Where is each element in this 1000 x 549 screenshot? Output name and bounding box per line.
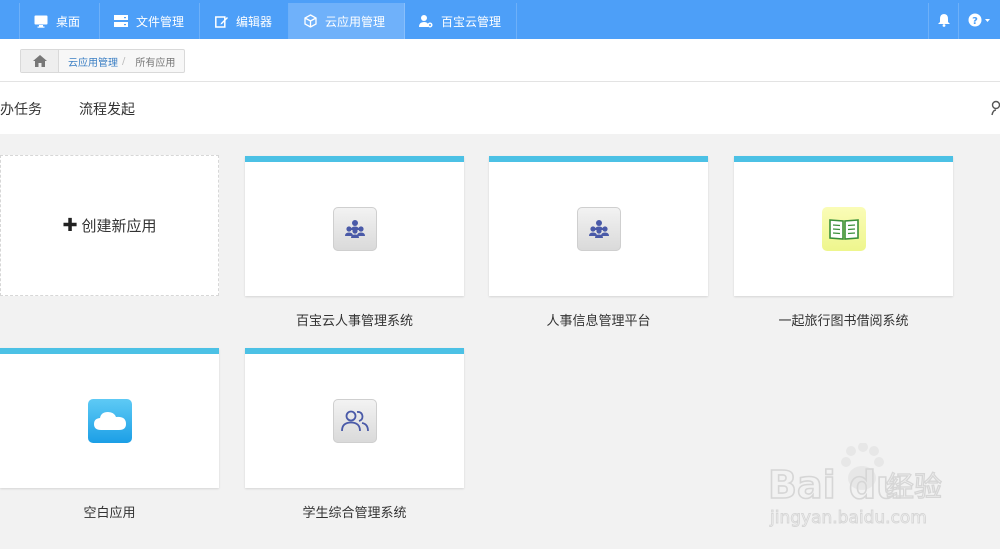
plus-icon: ✚ [62,215,78,236]
notifications-button[interactable] [928,3,958,39]
create-app-label: 创建新应用 [81,217,157,235]
baidu-watermark: Bai du 经验 jingyan.baidu.com [766,442,956,533]
nav-item-label: 云应用管理 [325,14,386,29]
user-settings-icon[interactable] [991,100,1000,116]
people-group-icon [576,207,621,251]
nav-item-label: 编辑器 [236,14,273,29]
nav-item-label: 百宝云管理 [441,14,502,29]
top-navbar: 桌面 文件管理 编辑器 云应用管理 百宝云管理 ? [0,0,1000,39]
app-card[interactable] [734,156,953,296]
tab-todo[interactable]: 待办任务 [0,99,42,119]
app-card[interactable] [0,348,219,488]
app-name[interactable]: 学生综合管理系统 [245,502,464,521]
nav-item-desktop[interactable]: 桌面 [20,3,100,39]
breadcrumb: 云应用管理 / 所有应用 [20,49,186,73]
nav-left-edge [0,3,20,39]
user-gear-icon [419,14,433,28]
tab-bar: 待办任务 流程发起 [0,82,1000,134]
nav-item-baibao-cloud[interactable]: 百宝云管理 [405,3,517,39]
watermark-url: jingyan.baidu.com [769,508,927,528]
breadcrumb-separator: / [122,55,126,67]
breadcrumb-bar: 云应用管理 / 所有应用 [0,39,1000,82]
cube-icon [303,14,317,28]
book-icon [821,207,866,251]
tab-start-process[interactable]: 流程发起 [79,99,135,119]
app-card[interactable] [245,348,464,488]
breadcrumb-link-cloud-apps[interactable]: 云应用管理 [59,54,122,69]
users-outline-icon [332,399,377,443]
svg-text:?: ? [972,16,978,27]
watermark-suffix: 经验 [886,470,942,503]
create-app-card[interactable]: ✚ 创建新应用 [0,155,219,296]
app-name[interactable]: 空白应用 [0,502,219,521]
breadcrumb-current: 所有应用 [135,57,176,69]
server-icon [114,14,128,28]
app-name[interactable]: 一起旅行图书借阅系统 [734,310,953,329]
help-icon: ? [968,12,992,31]
home-button[interactable] [21,50,59,72]
nav-item-editor[interactable]: 编辑器 [200,3,289,39]
app-card[interactable] [489,156,708,296]
people-group-icon [332,207,377,251]
edit-icon [214,14,228,28]
home-icon [32,55,47,67]
nav-item-label: 文件管理 [136,14,185,29]
nav-item-label: 桌面 [56,14,81,29]
watermark-brand: Bai du [768,463,903,507]
app-card[interactable] [245,156,464,296]
app-name[interactable]: 人事信息管理平台 [489,310,708,329]
nav-item-cloud-apps[interactable]: 云应用管理 [289,3,405,39]
app-name[interactable]: 百宝云人事管理系统 [245,310,464,329]
monitor-icon [34,14,48,28]
nav-item-file-manager[interactable]: 文件管理 [100,3,200,39]
bell-icon [937,12,950,31]
cloud-icon [87,399,132,443]
help-dropdown[interactable]: ? [958,3,1000,39]
